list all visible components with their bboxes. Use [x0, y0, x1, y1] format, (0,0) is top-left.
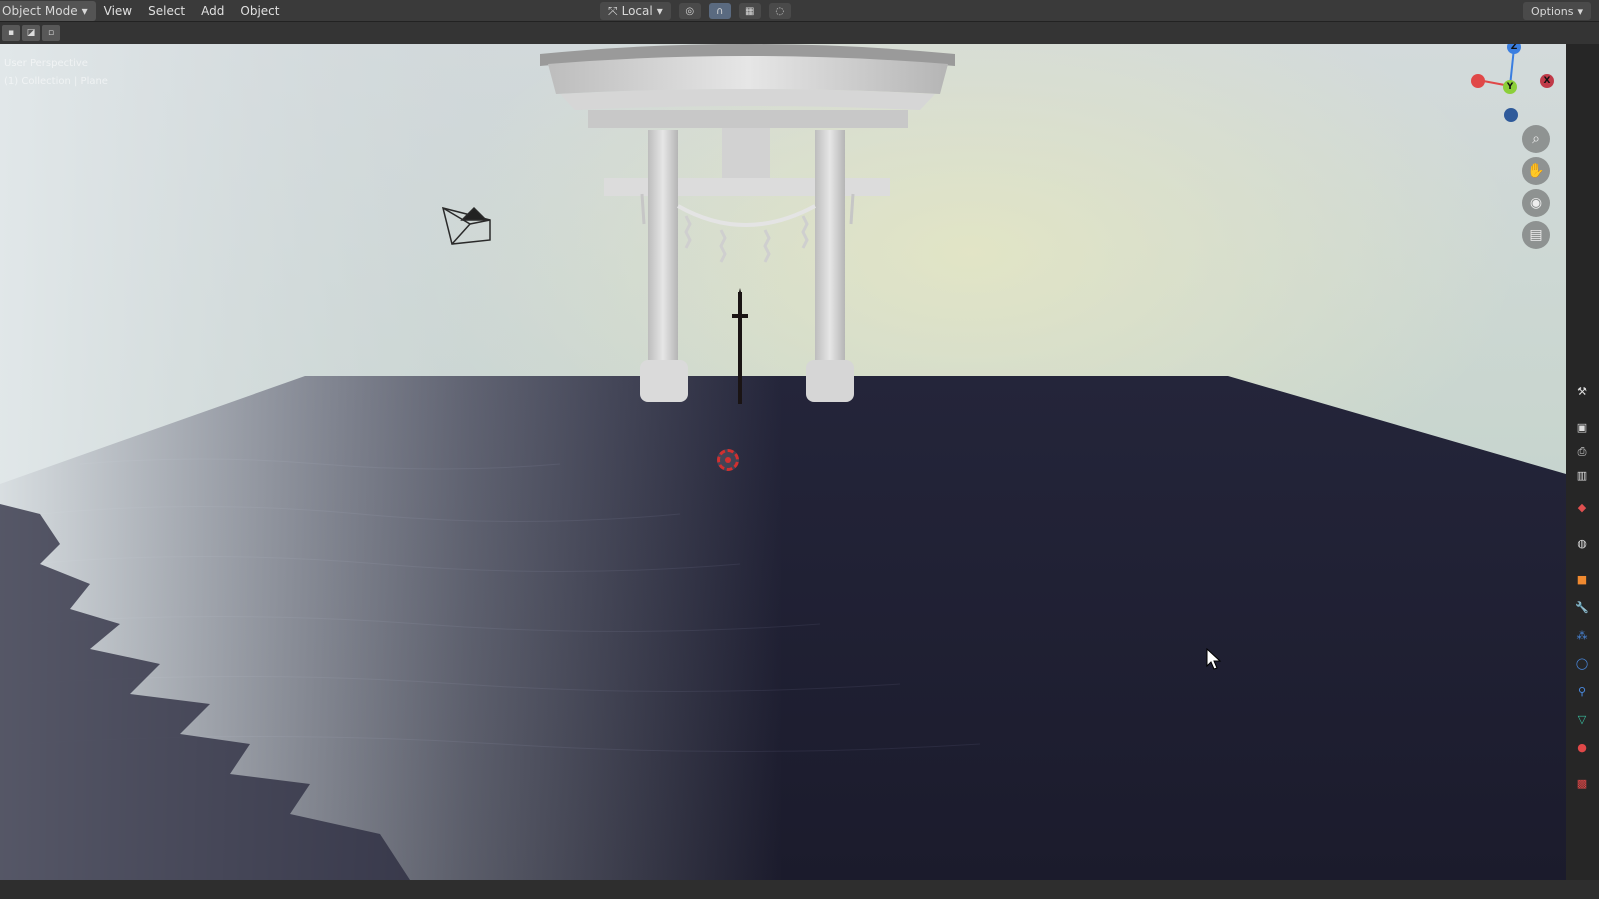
- pan-button[interactable]: ✋: [1522, 157, 1550, 185]
- menu-select[interactable]: Select: [140, 0, 193, 22]
- collection-info-label: (1) Collection | Plane: [4, 76, 108, 87]
- pivot-point-button[interactable]: ◎: [678, 3, 701, 19]
- transform-tools: ⤧ Local ▾ ◎ ∩ ▦ ◌: [600, 0, 791, 22]
- mode-label: Object Mode: [2, 3, 78, 18]
- data-icon[interactable]: ▽: [1574, 712, 1590, 728]
- zoom-button[interactable]: ⌕: [1522, 125, 1550, 153]
- tool-icon[interactable]: ⚒: [1574, 384, 1590, 400]
- options-dropdown[interactable]: Options ▾: [1523, 2, 1591, 20]
- texture-icon[interactable]: ▩: [1574, 776, 1590, 792]
- gizmo-y-axis[interactable]: Y: [1503, 80, 1517, 94]
- select-new-icon: ▪: [7, 28, 15, 38]
- zoom-icon: ⌕: [1532, 131, 1540, 147]
- snap-target-button[interactable]: ▦: [738, 3, 761, 19]
- options-label: Options: [1531, 4, 1574, 18]
- camera-view-icon: ◉: [1529, 195, 1543, 211]
- viewport-scene: [0, 44, 1566, 880]
- orientation-icon: ⤧: [608, 3, 618, 18]
- physics-icon[interactable]: ◯: [1574, 656, 1590, 672]
- select-extend-icon: ◪: [26, 28, 36, 38]
- modifier-icon[interactable]: 🔧: [1574, 600, 1590, 616]
- select-subtract-icon: ▫: [47, 28, 55, 38]
- select-extend-button[interactable]: ◪: [22, 25, 40, 41]
- gizmo-axes: [1477, 47, 1515, 87]
- pivot-icon: ◎: [685, 5, 695, 17]
- menu-object[interactable]: Object: [232, 0, 287, 22]
- status-bar: [0, 880, 1599, 899]
- constraints-icon[interactable]: ⚲: [1574, 684, 1590, 700]
- scene-icon[interactable]: ◆: [1574, 500, 1590, 516]
- output-icon[interactable]: ⎙: [1574, 444, 1590, 460]
- gizmo-x-axis[interactable]: X: [1540, 74, 1554, 88]
- snap-toggle[interactable]: ∩: [708, 3, 731, 19]
- menu-add[interactable]: Add: [193, 0, 232, 22]
- orientation-label: Local: [621, 4, 653, 18]
- menu-view[interactable]: View: [96, 0, 140, 22]
- navigation-gizmo[interactable]: Z X Y: [1466, 44, 1566, 174]
- mouse-pointer-icon: [1206, 648, 1222, 670]
- view-layer-icon[interactable]: ▥: [1574, 468, 1590, 484]
- gizmo-z-negative[interactable]: [1504, 108, 1518, 122]
- properties-tab-strip: ⚒ ▣ ⎙ ▥ ◆ ◍ ■ 🔧 ⁂ ◯ ⚲ ▽ ● ▩: [1566, 44, 1599, 880]
- material-icon[interactable]: ●: [1574, 740, 1590, 756]
- select-new-button[interactable]: ▪: [2, 25, 20, 41]
- perspective-toggle-button[interactable]: ▤: [1522, 221, 1550, 249]
- pan-hand-icon: ✋: [1527, 163, 1545, 179]
- grid-view-icon: ▤: [1529, 227, 1543, 243]
- render-icon[interactable]: ▣: [1574, 420, 1590, 436]
- 3d-viewport[interactable]: User Perspective (1) Collection | Plane …: [0, 44, 1566, 880]
- selection-mode-bar: ▪ ◪ ▫: [0, 22, 1599, 44]
- proportional-edit-button[interactable]: ◌: [768, 3, 791, 19]
- select-subtract-button[interactable]: ▫: [42, 25, 60, 41]
- viewport-header: Object Mode ▾ View Select Add Object ⤧ L…: [0, 0, 1599, 22]
- grid-snap-icon: ▦: [745, 5, 755, 17]
- magnet-icon: ∩: [716, 5, 724, 17]
- transform-orientation-dropdown[interactable]: ⤧ Local ▾: [600, 2, 671, 20]
- world-icon[interactable]: ◍: [1574, 536, 1590, 552]
- chevron-down-icon: ▾: [1577, 4, 1583, 18]
- view-name-label: User Perspective: [4, 58, 88, 69]
- camera-view-button[interactable]: ◉: [1522, 189, 1550, 217]
- gizmo-x-negative[interactable]: [1471, 74, 1485, 88]
- 3d-cursor[interactable]: [717, 449, 739, 471]
- mode-dropdown[interactable]: Object Mode ▾: [0, 0, 96, 21]
- chevron-down-icon: ▾: [656, 4, 663, 18]
- object-icon[interactable]: ■: [1574, 572, 1590, 588]
- chevron-down-icon: ▾: [81, 3, 88, 18]
- particles-icon[interactable]: ⁂: [1574, 628, 1590, 644]
- proportional-icon: ◌: [775, 5, 785, 17]
